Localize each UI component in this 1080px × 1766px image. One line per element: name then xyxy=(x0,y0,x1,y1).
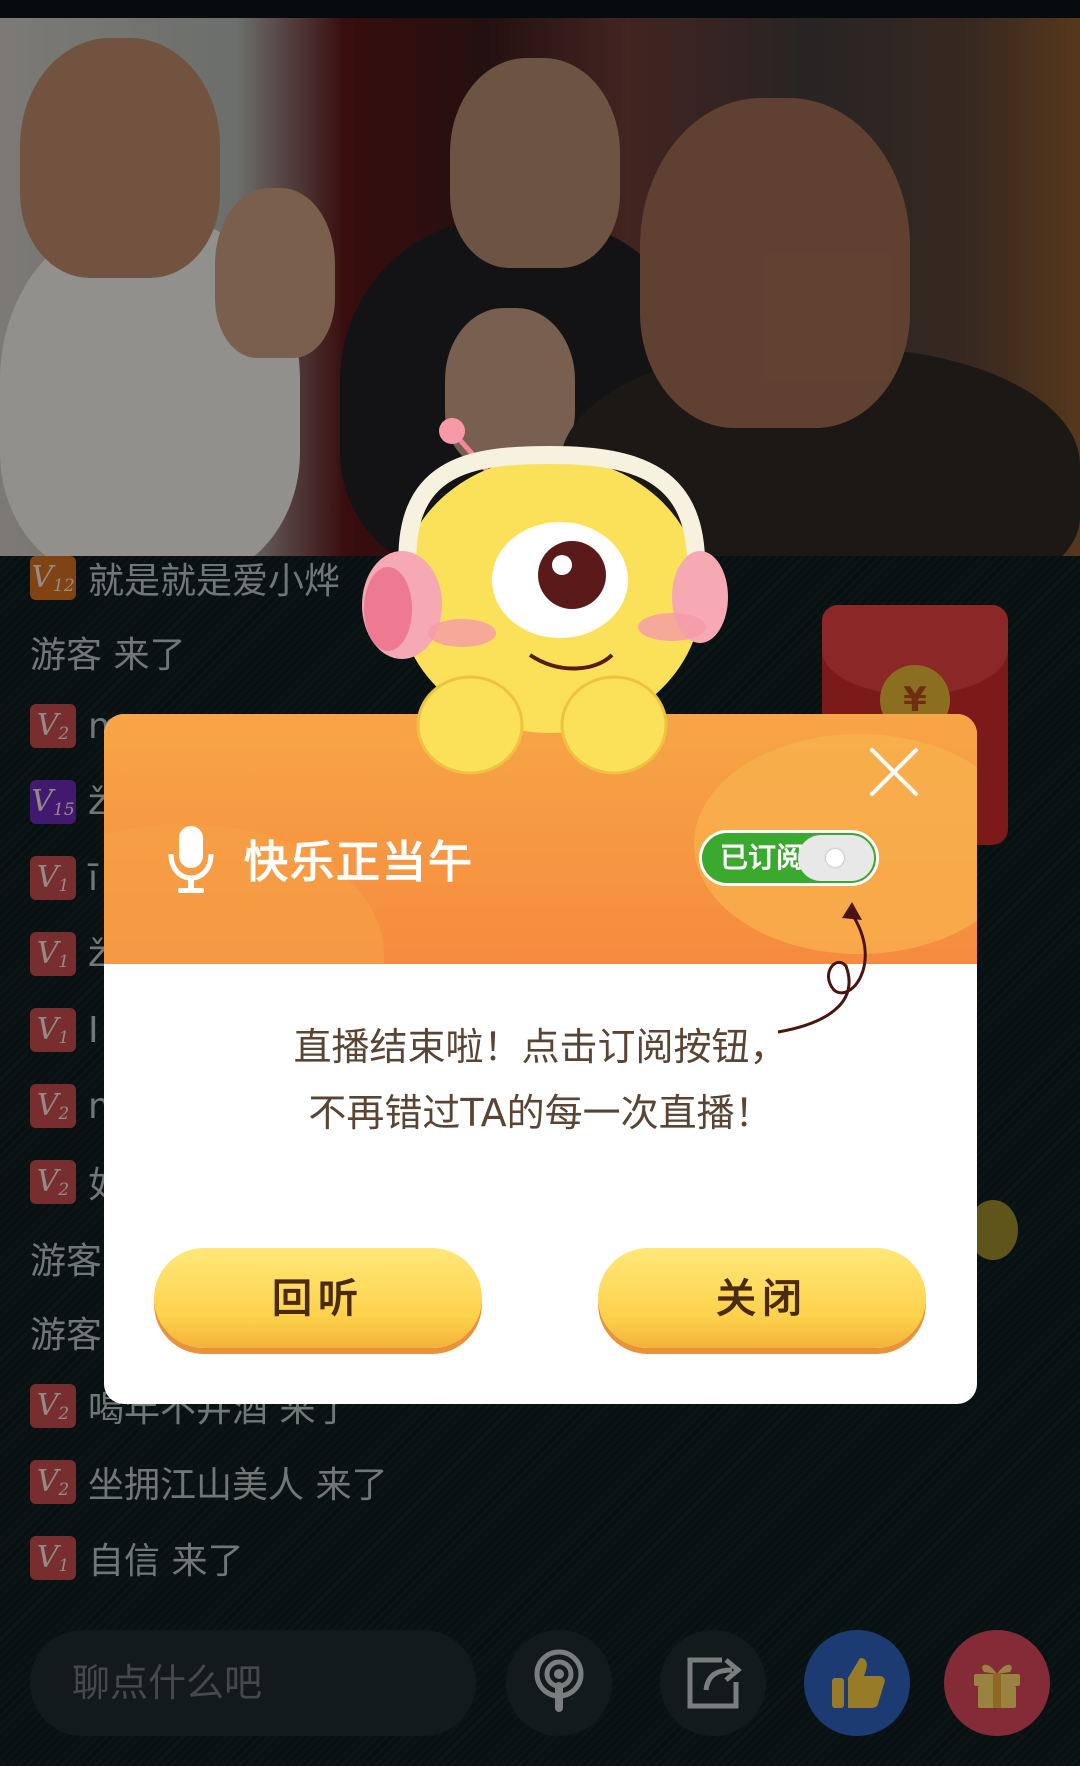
subscribe-toggle-label: 已订阅 xyxy=(720,841,805,874)
dialog-message-line-1: 直播结束啦！点击订阅按钮， xyxy=(293,1025,788,1069)
dialog-message: 直播结束啦！点击订阅按钮， 不再错过TA的每一次直播！ xyxy=(104,1014,977,1146)
close-icon[interactable] xyxy=(864,742,924,802)
close-button[interactable]: 关闭 xyxy=(598,1248,926,1348)
microphone-icon xyxy=(168,826,214,893)
toggle-knob xyxy=(798,835,874,881)
dialog-title: 快乐正当午 xyxy=(244,837,474,888)
replay-button[interactable]: 回听 xyxy=(154,1248,482,1348)
subscribe-toggle[interactable]: 已订阅 xyxy=(699,830,879,886)
subscribe-dialog: 快乐正当午 已订阅 直播结束啦！点击订阅按钮， 不再错过TA的每一次直播！ 回听… xyxy=(104,714,977,1404)
mascot-headphone-icon xyxy=(362,418,728,775)
dialog-message-line-2: 不再错过TA的每一次直播！ xyxy=(308,1091,773,1135)
